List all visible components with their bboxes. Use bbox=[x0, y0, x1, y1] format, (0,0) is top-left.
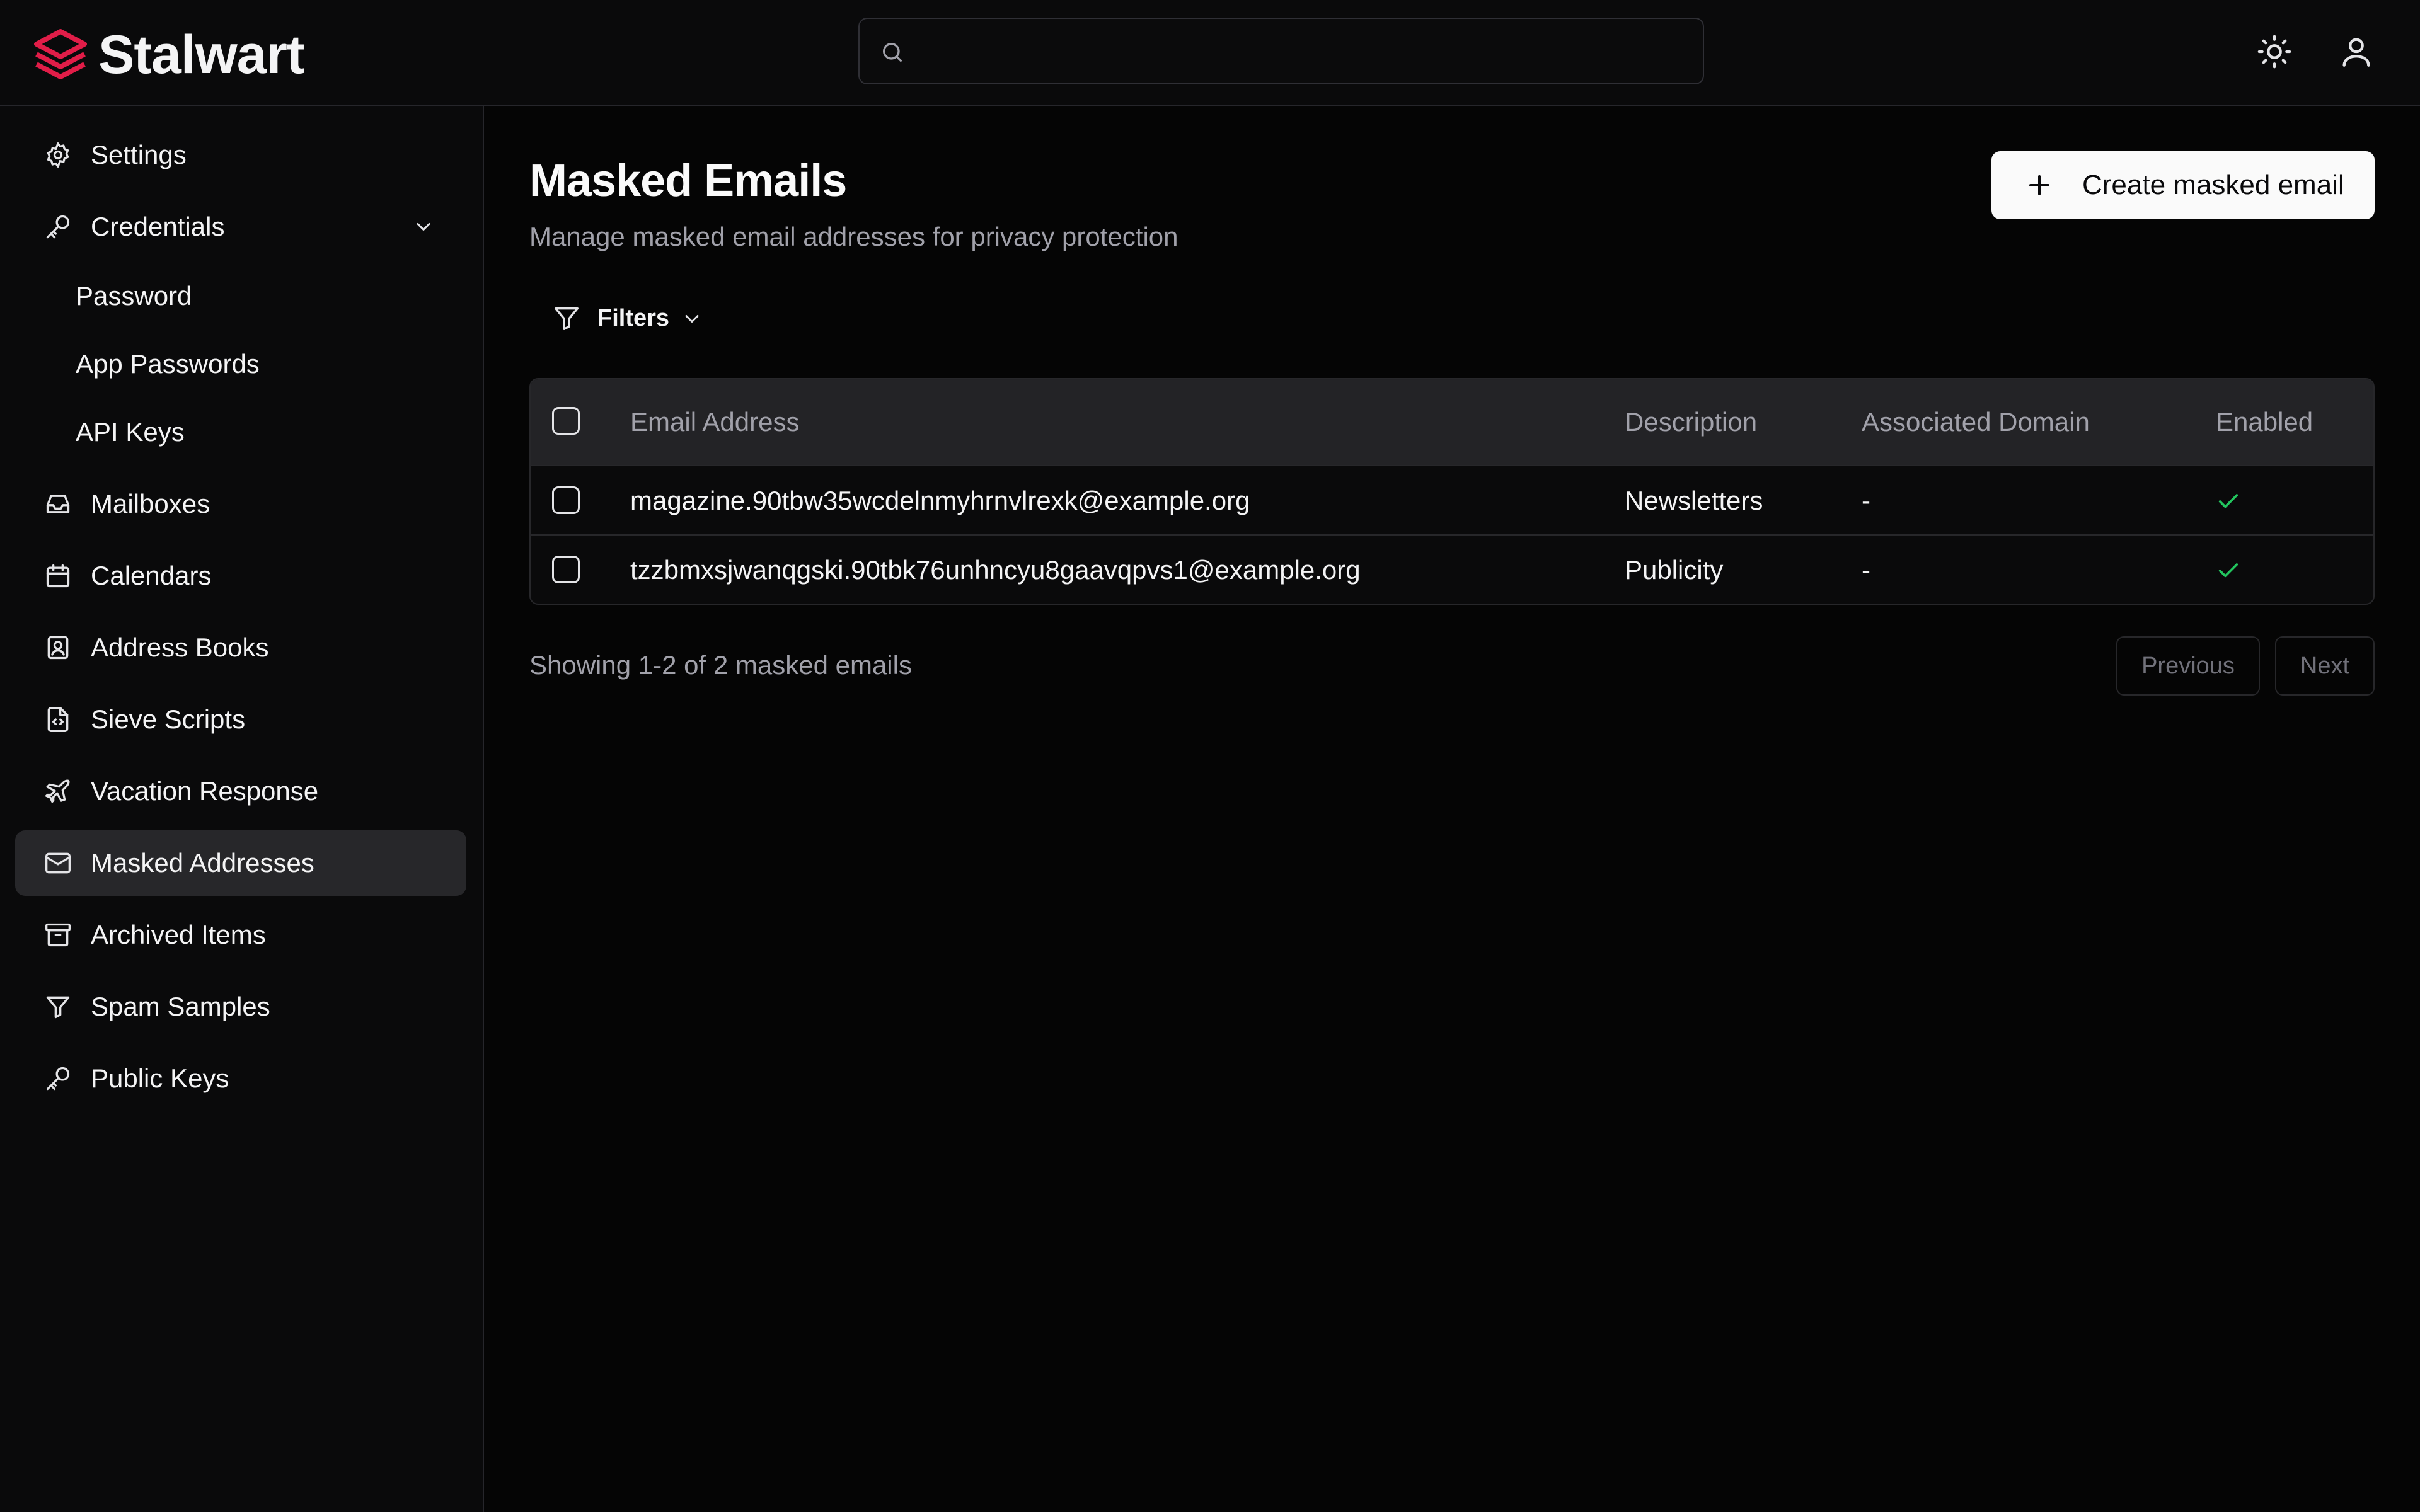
create-masked-email-button[interactable]: Create masked email bbox=[1991, 151, 2375, 219]
sidebar-item-settings[interactable]: Settings bbox=[15, 122, 466, 188]
sidebar-item-label: Mailboxes bbox=[91, 489, 210, 518]
chevron-down-icon[interactable] bbox=[412, 215, 435, 238]
sidebar-item-label: Archived Items bbox=[91, 920, 266, 949]
logo[interactable]: Stalwart bbox=[32, 24, 305, 86]
sidebar-subitem-app-passwords[interactable]: App Passwords bbox=[15, 333, 466, 396]
stalwart-logo-icon bbox=[34, 28, 87, 79]
sidebar-item-label: Settings bbox=[91, 140, 187, 169]
key-icon bbox=[46, 1067, 70, 1091]
domain-cell: - bbox=[1862, 486, 1870, 515]
check-icon bbox=[2218, 494, 2238, 508]
sidebar-item-mailboxes[interactable]: Mailboxes bbox=[15, 471, 466, 537]
email-address-cell: magazine.90tbw35wcdelnmyhrnvlrexk@exampl… bbox=[630, 486, 1250, 515]
column-header-description[interactable]: Description bbox=[1625, 379, 1757, 465]
sidebar-item-label: Password bbox=[76, 281, 192, 311]
sidebar-subitem-api-keys[interactable]: API Keys bbox=[15, 401, 466, 464]
key-icon bbox=[46, 215, 70, 239]
masked-emails-table: Email Address Description Associated Dom… bbox=[529, 378, 2375, 605]
search-input[interactable] bbox=[920, 30, 1679, 73]
row-checkbox[interactable] bbox=[552, 486, 580, 514]
search-box[interactable] bbox=[858, 18, 1704, 84]
sidebar-subitem-password[interactable]: Password bbox=[15, 265, 466, 328]
domain-cell: - bbox=[1862, 555, 1870, 585]
sidebar-item-sieve-scripts[interactable]: Sieve Scripts bbox=[15, 687, 466, 752]
sidebar-item-archived-items[interactable]: Archived Items bbox=[15, 902, 466, 968]
page-title: Masked Emails bbox=[529, 156, 847, 206]
sidebar-item-spam-samples[interactable]: Spam Samples bbox=[15, 974, 466, 1040]
table-row[interactable]: magazine.90tbw35wcdelnmyhrnvlrexk@exampl… bbox=[531, 465, 2373, 536]
create-button-label: Create masked email bbox=[2082, 169, 2344, 200]
row-checkbox[interactable] bbox=[552, 556, 580, 583]
select-all-checkbox[interactable] bbox=[552, 407, 580, 435]
sidebar-item-address-books[interactable]: Address Books bbox=[15, 615, 466, 680]
sidebar-item-label: Masked Addresses bbox=[91, 848, 314, 878]
file-code-icon bbox=[47, 707, 69, 732]
search-icon bbox=[883, 43, 902, 62]
next-page-button[interactable]: Next bbox=[2275, 636, 2375, 696]
inbox-icon bbox=[46, 495, 70, 513]
column-header-domain[interactable]: Associated Domain bbox=[1862, 379, 2090, 465]
column-header-enabled[interactable]: Enabled bbox=[2216, 379, 2313, 465]
app-name: Stalwart bbox=[98, 25, 305, 85]
mail-icon bbox=[45, 852, 71, 874]
pagination-summary: Showing 1-2 of 2 masked emails bbox=[529, 650, 912, 680]
sidebar-item-label: Credentials bbox=[91, 212, 225, 241]
column-header-email[interactable]: Email Address bbox=[630, 379, 799, 465]
sidebar-item-calendars[interactable]: Calendars bbox=[15, 543, 466, 609]
filter-icon bbox=[555, 307, 579, 330]
sidebar-item-vacation-response[interactable]: Vacation Response bbox=[15, 759, 466, 824]
sun-icon[interactable] bbox=[2256, 33, 2293, 70]
gear-icon bbox=[47, 142, 69, 168]
sidebar-item-label: Calendars bbox=[91, 561, 212, 590]
page-subtitle: Manage masked email addresses for privac… bbox=[529, 222, 1178, 251]
description-cell: Newsletters bbox=[1625, 486, 1763, 515]
email-address-cell: tzzbmxsjwanqgski.90tbk76unhncyu8gaavqpvs… bbox=[630, 555, 1361, 585]
sidebar-item-label: Vacation Response bbox=[91, 776, 319, 806]
table-row[interactable]: tzzbmxsjwanqgski.90tbk76unhncyu8gaavqpvs… bbox=[531, 534, 2373, 604]
check-icon bbox=[2218, 563, 2238, 578]
sidebar-item-label: App Passwords bbox=[76, 349, 260, 379]
calendar-icon bbox=[46, 564, 70, 588]
previous-page-button[interactable]: Previous bbox=[2116, 636, 2260, 696]
contact-book-icon bbox=[47, 636, 69, 660]
sidebar-item-label: Address Books bbox=[91, 633, 269, 662]
chevron-down-icon bbox=[685, 315, 699, 323]
sidebar-item-credentials[interactable]: Credentials bbox=[15, 194, 466, 260]
funnel-icon bbox=[46, 996, 70, 1019]
sidebar-item-label: API Keys bbox=[76, 417, 185, 447]
description-cell: Publicity bbox=[1625, 555, 1724, 585]
plus-icon bbox=[2029, 175, 2049, 195]
sidebar-item-label: Public Keys bbox=[91, 1063, 229, 1093]
sidebar-item-label: Sieve Scripts bbox=[91, 704, 246, 734]
sidebar-item-label: Spam Samples bbox=[91, 992, 270, 1021]
sidebar: Settings Credentials Password App Passwo… bbox=[0, 106, 484, 1512]
plane-icon bbox=[45, 779, 70, 803]
archive-icon bbox=[45, 923, 71, 947]
user-icon[interactable] bbox=[2338, 33, 2375, 70]
sidebar-item-public-keys[interactable]: Public Keys bbox=[15, 1046, 466, 1111]
table-header: Email Address Description Associated Dom… bbox=[531, 379, 2373, 465]
filters-label: Filters bbox=[597, 305, 670, 331]
top-bar: Stalwart bbox=[0, 0, 2420, 106]
sidebar-item-masked-addresses[interactable]: Masked Addresses bbox=[15, 830, 466, 896]
